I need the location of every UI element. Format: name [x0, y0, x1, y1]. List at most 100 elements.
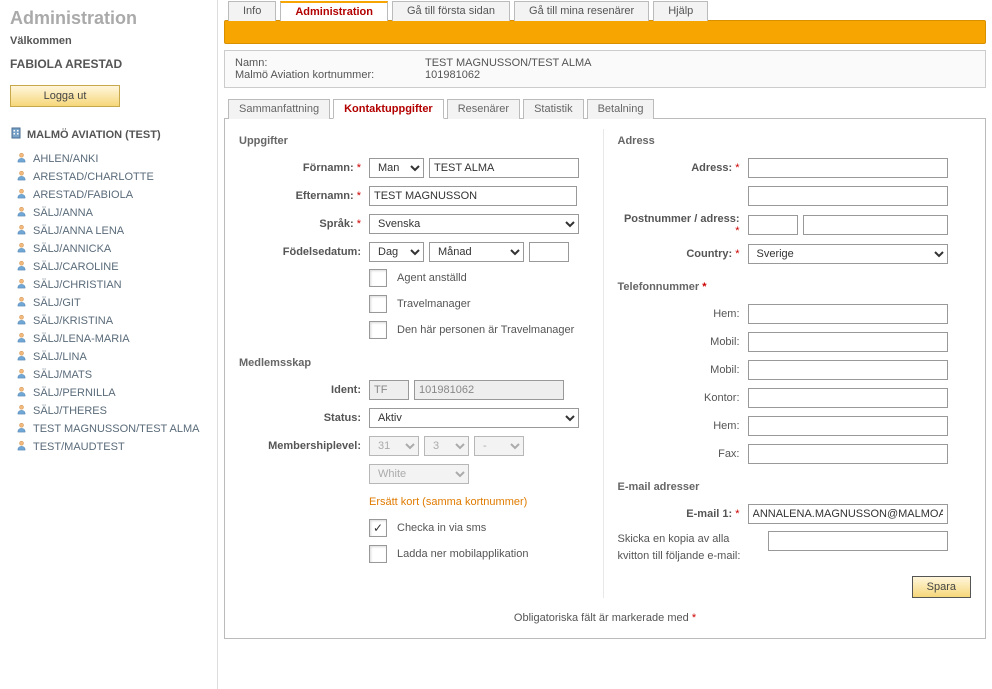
phone-input[interactable] — [748, 332, 948, 352]
user-name: TEST/MAUDTEST — [33, 441, 125, 453]
sub-tab[interactable]: Kontaktuppgifter — [333, 99, 444, 119]
sms-label: Checka in via sms — [397, 522, 486, 534]
dob-month-select[interactable]: Månad — [429, 242, 524, 262]
phone-input[interactable] — [748, 444, 948, 464]
user-name: SÄLJ/ANNICKA — [33, 243, 111, 255]
sidebar-user-item[interactable]: SÄLJ/CAROLINE — [10, 258, 207, 276]
sidebar-user-item[interactable]: TEST MAGNUSSON/TEST ALMA — [10, 420, 207, 438]
card-label: Malmö Aviation kortnummer: — [235, 69, 425, 81]
travelmanager-checkbox[interactable] — [369, 295, 387, 313]
user-name: SÄLJ/CHRISTIAN — [33, 279, 122, 291]
level-b-select: 3 — [424, 436, 469, 456]
sidebar-user-item[interactable]: SÄLJ/KRISTINA — [10, 312, 207, 330]
app-checkbox[interactable] — [369, 545, 387, 563]
telefon-heading: Telefonnummer — [618, 281, 700, 293]
phone-input[interactable] — [748, 416, 948, 436]
sidebar-user-item[interactable]: ARESTAD/CHARLOTTE — [10, 168, 207, 186]
logout-button[interactable]: Logga ut — [10, 85, 120, 107]
email1-input[interactable] — [748, 504, 948, 524]
welcome-label: Välkommen — [10, 35, 207, 47]
sidebar-user-item[interactable]: AHLEN/ANKI — [10, 150, 207, 168]
agent-checkbox[interactable] — [369, 269, 387, 287]
person-icon — [16, 188, 27, 202]
person-icon — [16, 170, 27, 184]
adress-input-1[interactable] — [748, 158, 948, 178]
org-name: MALMÖ AVIATION (TEST) — [27, 129, 161, 141]
title-select[interactable]: Man — [369, 158, 424, 178]
adress-heading: Adress — [618, 135, 972, 147]
phone-input[interactable] — [748, 304, 948, 324]
postnummer-input[interactable] — [748, 215, 798, 235]
phone-label: Kontor: — [618, 392, 748, 404]
person-icon — [16, 440, 27, 454]
person-icon — [16, 224, 27, 238]
sub-tab[interactable]: Betalning — [587, 99, 655, 119]
top-tab[interactable]: Gå till första sidan — [392, 1, 510, 21]
admin-title: Administration — [10, 8, 207, 29]
person-icon — [16, 350, 27, 364]
sub-tab[interactable]: Resenärer — [447, 99, 520, 119]
sidebar-user-item[interactable]: SÄLJ/ANNICKA — [10, 240, 207, 258]
top-tab[interactable]: Hjälp — [653, 1, 708, 21]
sidebar-user-item[interactable]: TEST/MAUDTEST — [10, 438, 207, 456]
user-tree: AHLEN/ANKI ARESTAD/CHARLOTTE ARESTAD/FABIO… — [10, 150, 207, 456]
user-name: ARESTAD/FABIOLA — [33, 189, 133, 201]
replace-card-link[interactable]: Ersätt kort (samma kortnummer) — [369, 496, 527, 508]
person-icon — [16, 332, 27, 346]
level-a-select: 31 — [369, 436, 419, 456]
membershiplevel-label: Membershiplevel: — [239, 440, 369, 452]
status-select[interactable]: Aktiv — [369, 408, 579, 428]
adress-input-2[interactable] — [748, 186, 948, 206]
top-tab[interactable]: Gå till mina resenärer — [514, 1, 649, 21]
user-name: ARESTAD/CHARLOTTE — [33, 171, 154, 183]
postort-input[interactable] — [803, 215, 948, 235]
fornamn-label: Förnamn: — [303, 162, 354, 174]
person-tm-checkbox[interactable] — [369, 321, 387, 339]
sms-checkbox[interactable]: ✓ — [369, 519, 387, 537]
save-button[interactable]: Spara — [912, 576, 971, 598]
sub-tab[interactable]: Sammanfattning — [228, 99, 330, 119]
user-name: SÄLJ/THERES — [33, 405, 107, 417]
sidebar-user-item[interactable]: SÄLJ/ANNA — [10, 204, 207, 222]
person-icon — [16, 386, 27, 400]
sidebar-user-item[interactable]: SÄLJ/LENA-MARIA — [10, 330, 207, 348]
phone-input[interactable] — [748, 388, 948, 408]
email-copy-input[interactable] — [768, 531, 948, 551]
adress-label: Adress: — [691, 162, 732, 174]
left-column: Uppgifter Förnamn: * Man Efternamn: * — [239, 129, 593, 598]
org-header[interactable]: MALMÖ AVIATION (TEST) — [10, 127, 207, 142]
phone-label: Hem: — [618, 308, 748, 320]
phone-label: Mobil: — [618, 336, 748, 348]
sidebar-user-item[interactable]: SÄLJ/MATS — [10, 366, 207, 384]
sidebar-user-item[interactable]: SÄLJ/CHRISTIAN — [10, 276, 207, 294]
building-icon — [10, 127, 22, 142]
user-name: SÄLJ/LINA — [33, 351, 87, 363]
user-name: SÄLJ/ANNA LENA — [33, 225, 124, 237]
sidebar-user-item[interactable]: SÄLJ/LINA — [10, 348, 207, 366]
top-tab[interactable]: Administration — [280, 1, 388, 21]
dob-year-input[interactable] — [529, 242, 569, 262]
ident-prefix-input — [369, 380, 409, 400]
phone-input[interactable] — [748, 360, 948, 380]
person-tm-label: Den här personen är Travelmanager — [397, 324, 574, 336]
top-tab[interactable]: Info — [228, 1, 276, 21]
dob-day-select[interactable]: Dag — [369, 242, 424, 262]
sprak-select[interactable]: Svenska — [369, 214, 579, 234]
status-label: Status: — [239, 412, 369, 424]
sidebar-user-item[interactable]: SÄLJ/GIT — [10, 294, 207, 312]
user-name: SÄLJ/KRISTINA — [33, 315, 113, 327]
fornamn-input[interactable] — [429, 158, 579, 178]
sidebar-user-item[interactable]: SÄLJ/THERES — [10, 402, 207, 420]
name-value: TEST MAGNUSSON/TEST ALMA — [425, 57, 591, 69]
level-color-select: White — [369, 464, 469, 484]
person-icon — [16, 206, 27, 220]
post-label: Postnummer / adress: — [624, 213, 740, 225]
efternamn-input[interactable] — [369, 186, 577, 206]
sidebar-user-item[interactable]: SÄLJ/PERNILLA — [10, 384, 207, 402]
person-icon — [16, 260, 27, 274]
sidebar-user-item[interactable]: ARESTAD/FABIOLA — [10, 186, 207, 204]
country-select[interactable]: Sverige — [748, 244, 948, 264]
sub-tab[interactable]: Statistik — [523, 99, 584, 119]
person-icon — [16, 314, 27, 328]
sidebar-user-item[interactable]: SÄLJ/ANNA LENA — [10, 222, 207, 240]
